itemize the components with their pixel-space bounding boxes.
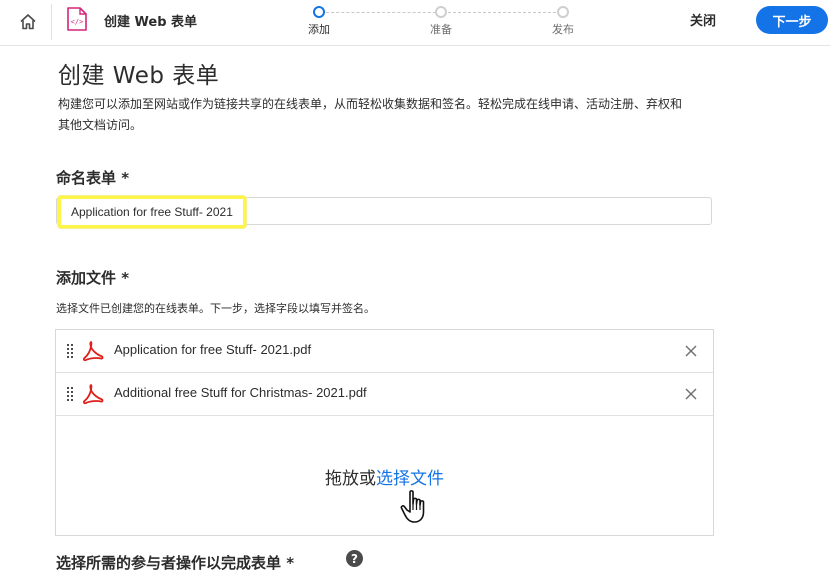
header-divider <box>51 4 52 40</box>
drag-handle-icon[interactable] <box>66 343 74 359</box>
app-title: 创建 Web 表单 <box>104 15 198 30</box>
top-header: </> 创建 Web 表单 添加 准备 发布 关闭 下一步 <box>0 0 830 46</box>
form-name-value[interactable]: Application for free Stuff- 2021 <box>58 196 246 228</box>
close-icon[interactable] <box>684 344 698 358</box>
home-button[interactable] <box>11 8 45 36</box>
drop-zone[interactable]: 拖放或选择文件 <box>56 464 713 489</box>
add-files-help: 选择文件已创建您的在线表单。下一步，选择字段以填写并签名。 <box>56 302 375 315</box>
file-name: Application for free Stuff- 2021.pdf <box>114 342 312 357</box>
step-label-prepare: 准备 <box>430 23 452 36</box>
svg-text:</>: </> <box>71 18 84 26</box>
file-row: Additional free Stuff for Christmas- 202… <box>56 373 713 416</box>
home-icon <box>20 14 36 30</box>
step-connector <box>448 12 556 13</box>
drop-zone-prefix: 拖放或 <box>325 469 376 489</box>
web-form-icon: </> <box>67 7 87 31</box>
step-dot-add <box>313 6 325 18</box>
form-name-input[interactable]: Application for free Stuff- 2021 <box>56 196 712 228</box>
step-connector <box>326 12 436 13</box>
step-dot-prepare <box>435 6 447 18</box>
add-files-label: 添加文件 * <box>56 269 130 287</box>
participant-actions-label: 选择所需的参与者操作以完成表单 * <box>56 554 295 572</box>
step-dot-publish <box>557 6 569 18</box>
file-list: Application for free Stuff- 2021.pdf Add… <box>55 329 714 536</box>
close-button[interactable]: 关闭 <box>690 10 716 29</box>
drag-handle-icon[interactable] <box>66 386 74 402</box>
step-label-add: 添加 <box>308 23 330 36</box>
pdf-icon <box>83 384 104 405</box>
progress-stepper: 添加 准备 发布 <box>308 5 578 41</box>
next-step-button[interactable]: 下一步 <box>756 6 828 34</box>
step-label-publish: 发布 <box>552 23 574 36</box>
page-description: 构建您可以添加至网站或作为链接共享的在线表单，从而轻松收集数据和签名。轻松完成在… <box>58 97 683 132</box>
file-row: Application for free Stuff- 2021.pdf <box>56 330 713 373</box>
file-name: Additional free Stuff for Christmas- 202… <box>114 385 367 400</box>
choose-file-link[interactable]: 选择文件 <box>376 469 444 489</box>
help-icon[interactable]: ? <box>346 550 363 567</box>
close-icon[interactable] <box>684 387 698 401</box>
hand-cursor-icon <box>400 490 425 523</box>
pdf-icon <box>83 341 104 362</box>
form-name-label: 命名表单 * <box>56 169 130 187</box>
page-title: 创建 Web 表单 <box>58 63 220 89</box>
